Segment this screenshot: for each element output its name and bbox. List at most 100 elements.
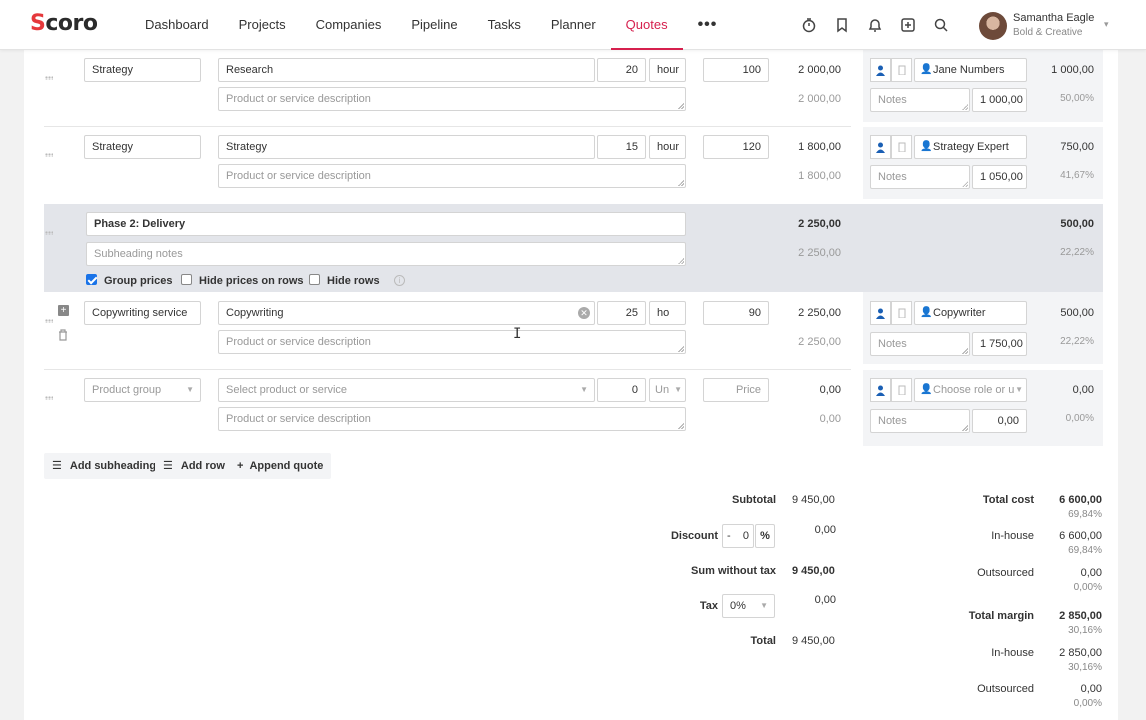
person-icon: 👤 (920, 307, 933, 318)
nav-tasks[interactable]: Tasks (473, 0, 536, 50)
text-cursor-icon: I (513, 326, 522, 342)
group-prices-checkbox[interactable] (86, 274, 97, 285)
role-label: Jane Numbers (933, 64, 1005, 76)
nav-quotes[interactable]: Quotes (610, 0, 683, 50)
price-input[interactable]: Price (703, 378, 769, 402)
user-icon[interactable] (870, 301, 891, 325)
clear-icon[interactable]: ✕ (578, 307, 590, 319)
scoro-logo[interactable]: Scoro (30, 11, 98, 36)
notes-field[interactable]: Notes (870, 165, 970, 189)
product-group-input[interactable]: Copywriting service (84, 301, 201, 325)
add-row-label: Add row (180, 460, 225, 472)
description-field[interactable]: Product or service description (218, 407, 686, 431)
append-quote-button[interactable]: + Append quote (229, 453, 332, 479)
description-field[interactable]: Product or service description (218, 164, 686, 188)
drag-handle-icon[interactable] (45, 319, 53, 323)
nav-projects[interactable]: Projects (224, 0, 301, 50)
search-icon[interactable] (930, 14, 952, 36)
unit-select[interactable]: hour (649, 135, 686, 159)
add-row-icon[interactable]: + (58, 305, 69, 316)
drag-handle-icon[interactable] (45, 76, 53, 80)
inhouse-cost-label: In-house (991, 530, 1034, 542)
price-input[interactable]: 90 (703, 301, 769, 325)
sum-without-tax-label: Sum without tax (691, 565, 776, 577)
nav-planner[interactable]: Planner (536, 0, 611, 50)
add-row-button[interactable]: ☰ Add row (155, 453, 233, 479)
hide-rows-checkbox[interactable] (309, 274, 320, 285)
row-sum-sub: 2 250,00 (798, 336, 841, 348)
nav-dashboard[interactable]: Dashboard (130, 0, 224, 50)
price-input[interactable]: 120 (703, 135, 769, 159)
bookmark-icon[interactable] (831, 14, 853, 36)
total-cost-pct: 69,84% (1068, 509, 1102, 520)
row-margin: 500,00 (1060, 307, 1094, 319)
price-input[interactable]: 100 (703, 58, 769, 82)
product-input[interactable]: Copywriting (218, 301, 595, 325)
product-group-select[interactable]: Product group ▼ (84, 378, 201, 402)
cost-input[interactable]: 1 050,00 (972, 165, 1027, 189)
row-divider (44, 126, 851, 127)
product-group-input[interactable]: Strategy (84, 58, 201, 82)
row-margin: 750,00 (1060, 141, 1094, 153)
subheading-notes-field[interactable]: Subheading notes (86, 242, 686, 266)
hide-prices-checkbox[interactable] (181, 274, 192, 285)
user-icon[interactable] (870, 378, 891, 402)
stopwatch-icon[interactable] (798, 14, 820, 36)
person-icon: 👤 (920, 141, 933, 152)
bell-icon[interactable] (864, 14, 886, 36)
cost-input[interactable]: 1 750,00 (972, 332, 1027, 356)
inhouse-margin-value: 2 850,00 (1059, 647, 1102, 659)
outsourced-margin-pct: 0,00% (1073, 698, 1102, 709)
notes-field[interactable]: Notes (870, 88, 970, 112)
product-group-input[interactable]: Strategy (84, 135, 201, 159)
product-select[interactable]: Select product or service ▼ (218, 378, 595, 402)
tax-select[interactable]: 0% ▼ (722, 594, 775, 618)
quantity-input[interactable]: 25 (597, 301, 646, 325)
user-menu[interactable]: Samantha Eagle Bold & Creative ▾ (977, 9, 1117, 41)
total-label: Total (750, 635, 776, 647)
product-input[interactable]: Strategy (218, 135, 595, 159)
product-input[interactable]: Research (218, 58, 595, 82)
nav-pipeline[interactable]: Pipeline (396, 0, 472, 50)
more-menu-icon[interactable]: ••• (683, 0, 723, 50)
unit-select[interactable]: Un ▼ (649, 378, 686, 402)
building-icon[interactable] (891, 301, 912, 325)
user-company: Bold & Creative (1013, 27, 1083, 38)
user-icon[interactable] (870, 135, 891, 159)
description-field[interactable]: Product or service description (218, 87, 686, 111)
notes-field[interactable]: Notes (870, 409, 970, 433)
quantity-input[interactable]: 20 (597, 58, 646, 82)
hide-rows-label: Hide rows (327, 275, 380, 287)
drag-handle-icon[interactable] (45, 153, 53, 157)
add-icon[interactable] (897, 14, 919, 36)
cost-input[interactable]: 1 000,00 (972, 88, 1027, 112)
discount-input[interactable]: -0 (722, 524, 754, 548)
avatar (979, 12, 1007, 40)
person-icon: 👤 (920, 384, 933, 395)
unit-select[interactable]: hour (649, 58, 686, 82)
subheading-title-input[interactable]: Phase 2: Delivery (86, 212, 686, 236)
person-icon: 👤 (920, 64, 933, 75)
user-icon[interactable] (870, 58, 891, 82)
trash-icon[interactable] (58, 329, 68, 344)
quantity-input[interactable]: 0 (597, 378, 646, 402)
add-subheading-button[interactable]: ☰ Add subheading (44, 453, 165, 479)
cost-input[interactable]: 0,00 (972, 409, 1027, 433)
quantity-input[interactable]: 15 (597, 135, 646, 159)
drag-handle-icon[interactable] (45, 396, 53, 400)
row-sum: 1 800,00 (798, 141, 841, 153)
nav-companies[interactable]: Companies (301, 0, 397, 50)
lines-icon: ☰ (52, 460, 62, 472)
building-icon[interactable] (891, 58, 912, 82)
building-icon[interactable] (891, 135, 912, 159)
tax-label: Tax (699, 600, 718, 612)
building-icon[interactable] (891, 378, 912, 402)
chevron-down-icon: ▾ (1104, 19, 1109, 29)
drag-handle-icon[interactable] (45, 231, 53, 235)
notes-field[interactable]: Notes (870, 332, 970, 356)
discount-unit-select[interactable]: % (755, 524, 775, 548)
info-icon[interactable]: i (394, 275, 405, 286)
unit-select[interactable]: ho (649, 301, 686, 325)
subheading-sum-sub: 2 250,00 (798, 247, 841, 259)
description-field[interactable]: Product or service description (218, 330, 686, 354)
